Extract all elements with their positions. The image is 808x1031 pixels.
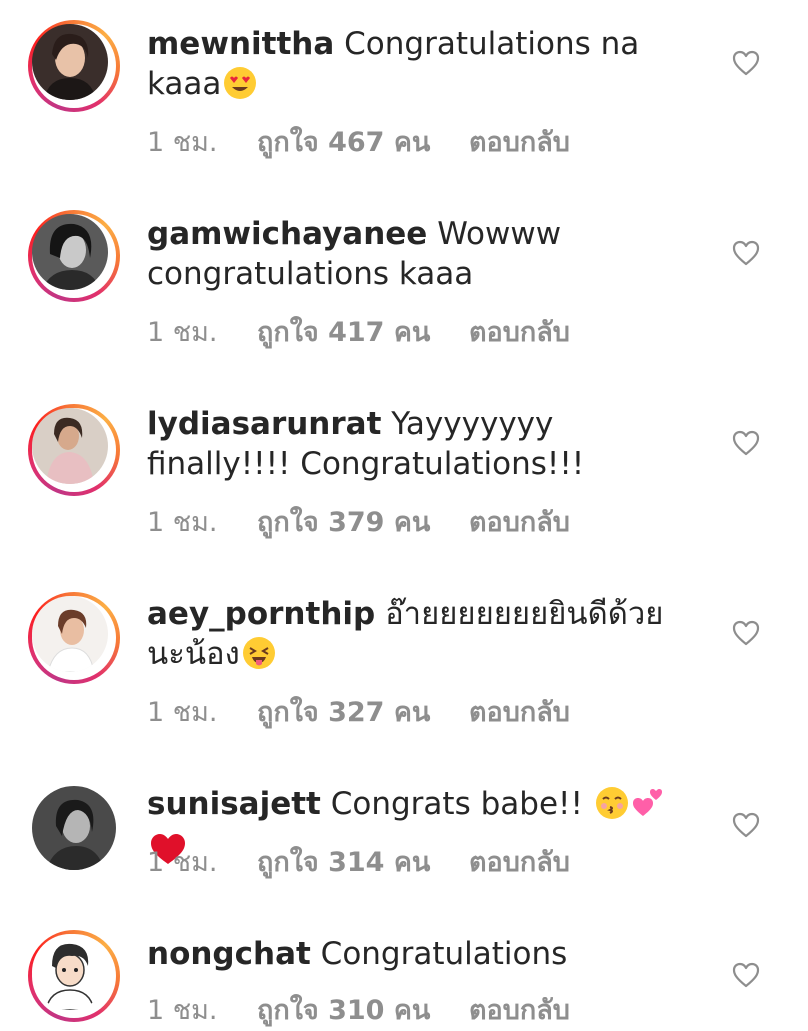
like-heart-icon[interactable] <box>732 962 760 988</box>
likes-count-link[interactable]: ถูกใจ 417 คน <box>257 310 469 353</box>
avatar[interactable] <box>28 404 120 496</box>
avatar[interactable] <box>28 930 120 1022</box>
avatar[interactable] <box>28 592 120 684</box>
comment-username[interactable]: sunisajett <box>147 786 321 822</box>
avatar[interactable] <box>28 210 120 302</box>
like-heart-icon[interactable] <box>732 430 760 456</box>
heart-eyes-emoji-icon <box>223 66 257 110</box>
likes-count-link[interactable]: ถูกใจ 379 คน <box>257 500 469 543</box>
reply-button[interactable]: ตอบกลับ <box>469 988 570 1031</box>
comment-meta: 1 ชม. ถูกใจ 310 คน ตอบกลับ <box>147 988 570 1031</box>
comment-time: 1 ชม. <box>147 847 218 878</box>
comment-text: gamwichayanee Wowww congratulations kaaa <box>147 214 687 294</box>
likes-count-link[interactable]: ถูกใจ 467 คน <box>257 120 469 163</box>
comment-meta: 1 ชม. ถูกใจ 417 คน ตอบกลับ <box>147 310 570 353</box>
comment-time: 1 ชม. <box>147 507 218 538</box>
likes-count-link[interactable]: ถูกใจ 310 คน <box>257 988 469 1031</box>
comment-meta: 1 ชม. ถูกใจ 467 คน ตอบกลับ <box>147 120 570 163</box>
comment-text: mewnittha Congratulations na kaaa <box>147 24 687 110</box>
reply-button[interactable]: ตอบกลับ <box>469 500 570 543</box>
comment-body: Congratulations <box>320 936 568 972</box>
comment-time: 1 ชม. <box>147 995 218 1026</box>
likes-count-link[interactable]: ถูกใจ 327 คน <box>257 690 469 733</box>
avatar-photo <box>32 786 116 870</box>
comment-username[interactable]: nongchat <box>147 936 311 972</box>
reply-button[interactable]: ตอบกลับ <box>469 120 570 163</box>
comment-text: nongchat Congratulations <box>147 934 687 974</box>
comment-username[interactable]: mewnittha <box>147 26 334 62</box>
comment-meta: 1 ชม. ถูกใจ 327 คน ตอบกลับ <box>147 690 570 733</box>
like-heart-icon[interactable] <box>732 50 760 76</box>
avatar-photo <box>32 24 108 100</box>
avatar[interactable] <box>28 20 120 112</box>
like-heart-icon[interactable] <box>732 240 760 266</box>
comment-meta: 1 ชม. ถูกใจ 379 คน ตอบกลับ <box>147 500 570 543</box>
two-hearts-emoji-icon <box>631 786 665 830</box>
comment-username[interactable]: gamwichayanee <box>147 216 427 252</box>
kissing-face-emoji-icon <box>595 786 629 830</box>
reply-button[interactable]: ตอบกลับ <box>469 840 570 883</box>
reply-button[interactable]: ตอบกลับ <box>469 690 570 733</box>
reply-button[interactable]: ตอบกลับ <box>469 310 570 353</box>
comment-meta: 1 ชม. ถูกใจ 314 คน ตอบกลับ <box>147 840 570 883</box>
avatar-photo <box>32 596 108 672</box>
comment-username[interactable]: lydiasarunrat <box>147 406 381 442</box>
comment-body: Congrats babe!! <box>330 786 583 822</box>
like-heart-icon[interactable] <box>732 620 760 646</box>
comment-text: lydiasarunrat Yayyyyyyy finally!!!! Cong… <box>147 404 687 484</box>
avatar-photo <box>32 214 108 290</box>
comment-time: 1 ชม. <box>147 317 218 348</box>
avatar[interactable] <box>28 782 120 874</box>
comment-text: aey_pornthip อ๊ายยยยยยยยินดีด้วยนะน้อง <box>147 594 687 680</box>
comment-time: 1 ชม. <box>147 127 218 158</box>
comment-username[interactable]: aey_pornthip <box>147 596 375 632</box>
avatar-photo <box>32 408 108 484</box>
likes-count-link[interactable]: ถูกใจ 314 คน <box>257 840 469 883</box>
like-heart-icon[interactable] <box>732 812 760 838</box>
comment-time: 1 ชม. <box>147 697 218 728</box>
tongue-wink-emoji-icon <box>242 636 276 680</box>
avatar-photo <box>32 934 108 1010</box>
